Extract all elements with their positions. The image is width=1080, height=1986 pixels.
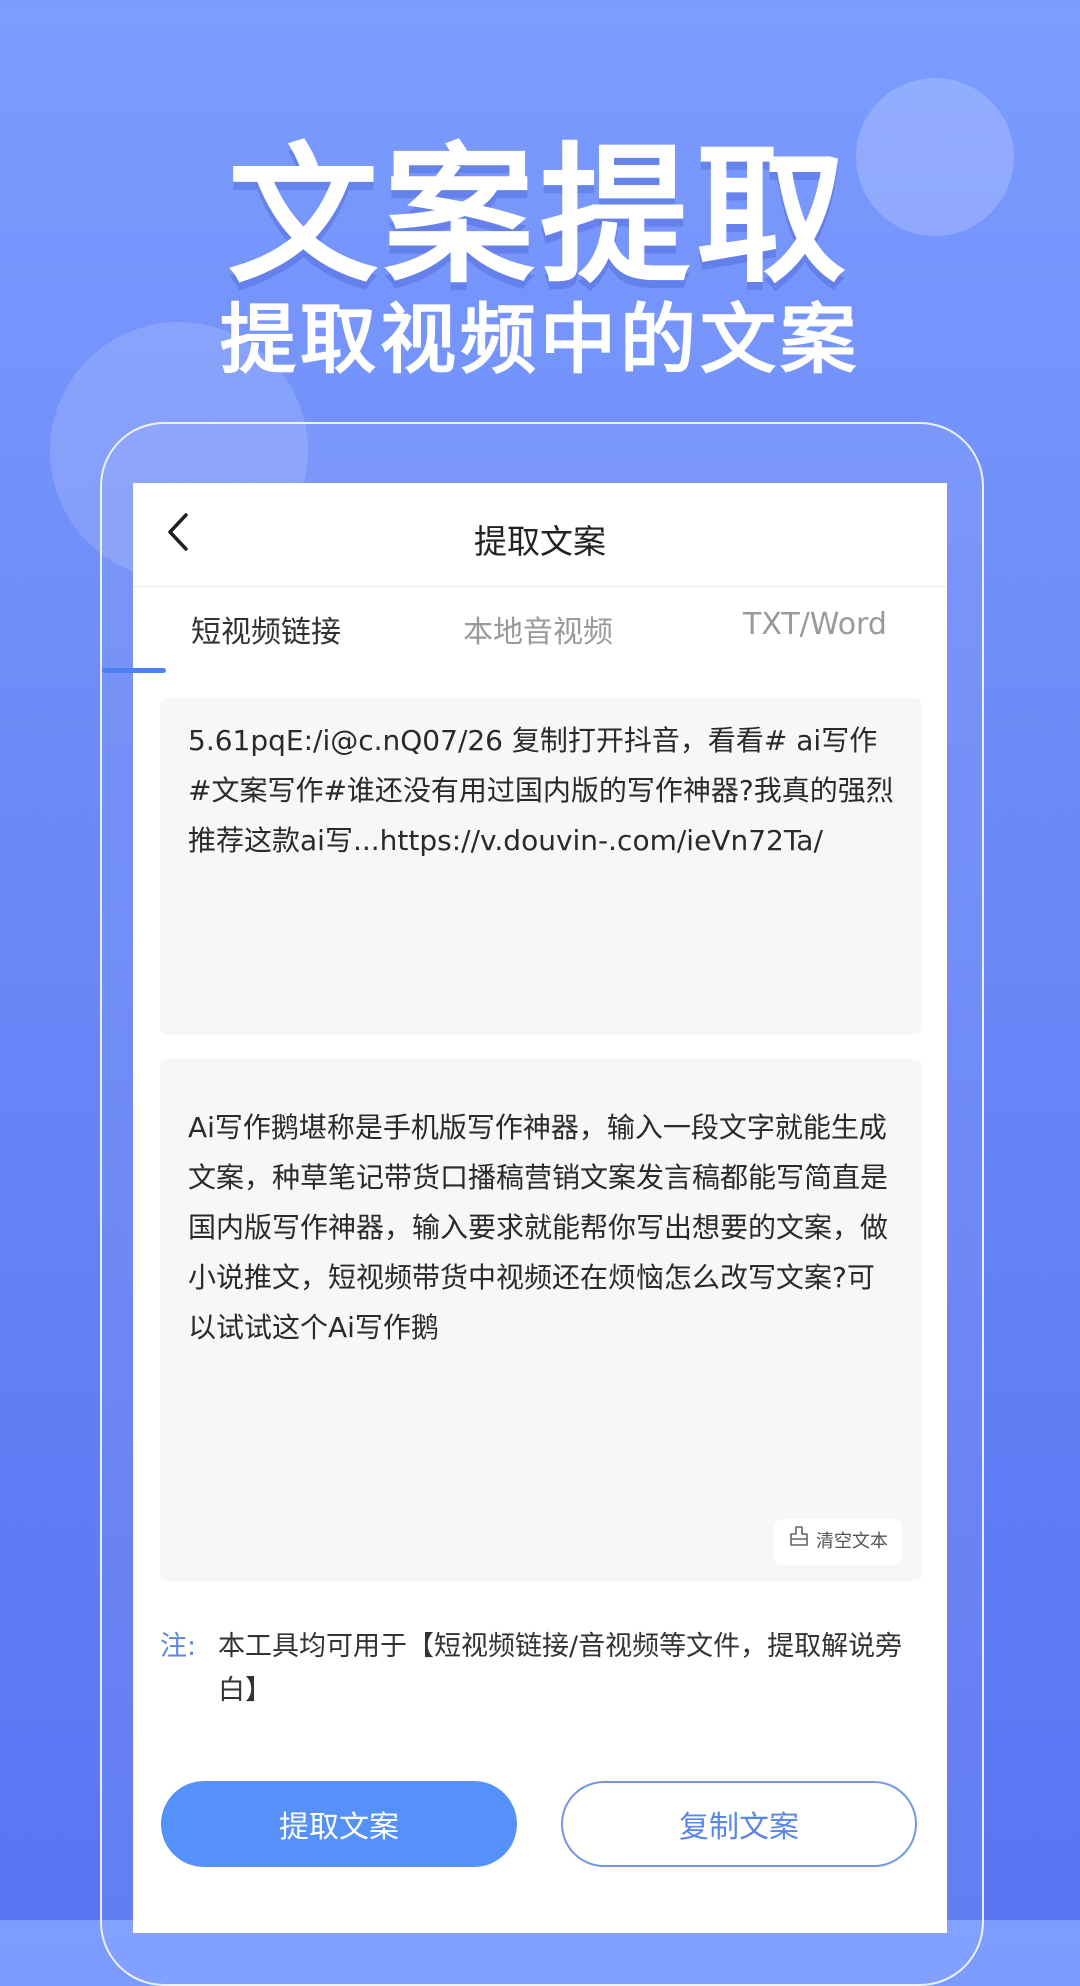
link-input[interactable]: 5.61pqE:/i@c.nQ07/26 复制打开抖音，看看# ai写作#文案写… — [160, 698, 922, 1035]
tab-bar: 短视频链接 本地音视频 TXT/Word — [133, 587, 947, 673]
app-screen: 提取文案 短视频链接 本地音视频 TXT/Word 5.61pqE:/i@c.n… — [133, 483, 947, 1933]
extracted-text-area[interactable]: Ai写作鹅堪称是手机版写作神器，输入一段文字就能生成文案，种草笔记带货口播稿营销… — [160, 1059, 922, 1581]
tab-local-media[interactable]: 本地音视频 — [463, 607, 613, 651]
note-label: 注: — [160, 1631, 197, 1662]
copy-button[interactable]: 复制文案 — [561, 1781, 917, 1867]
nav-bar: 提取文案 — [133, 483, 947, 587]
clear-text-button[interactable]: 清空文本 — [774, 1519, 902, 1565]
clear-text-label: 清空文本 — [816, 1531, 888, 1552]
broom-icon — [788, 1517, 810, 1567]
extract-button[interactable]: 提取文案 — [161, 1781, 517, 1867]
extracted-text: Ai写作鹅堪称是手机版写作神器，输入一段文字就能生成文案，种草笔记带货口播稿营销… — [188, 1111, 889, 1344]
page-title: 提取文案 — [474, 522, 606, 561]
tab-short-video-link[interactable]: 短视频链接 — [191, 607, 341, 651]
active-tab-indicator — [102, 668, 166, 673]
note-text: 本工具均可用于【短视频链接/音视频等文件，提取解说旁白】 — [218, 1631, 903, 1706]
usage-note: 注: 本工具均可用于【短视频链接/音视频等文件，提取解说旁白】 — [160, 1625, 930, 1713]
tab-txt-word[interactable]: TXT/Word — [743, 607, 887, 642]
hero-subtitle: 提取视频中的文案 — [220, 295, 860, 384]
